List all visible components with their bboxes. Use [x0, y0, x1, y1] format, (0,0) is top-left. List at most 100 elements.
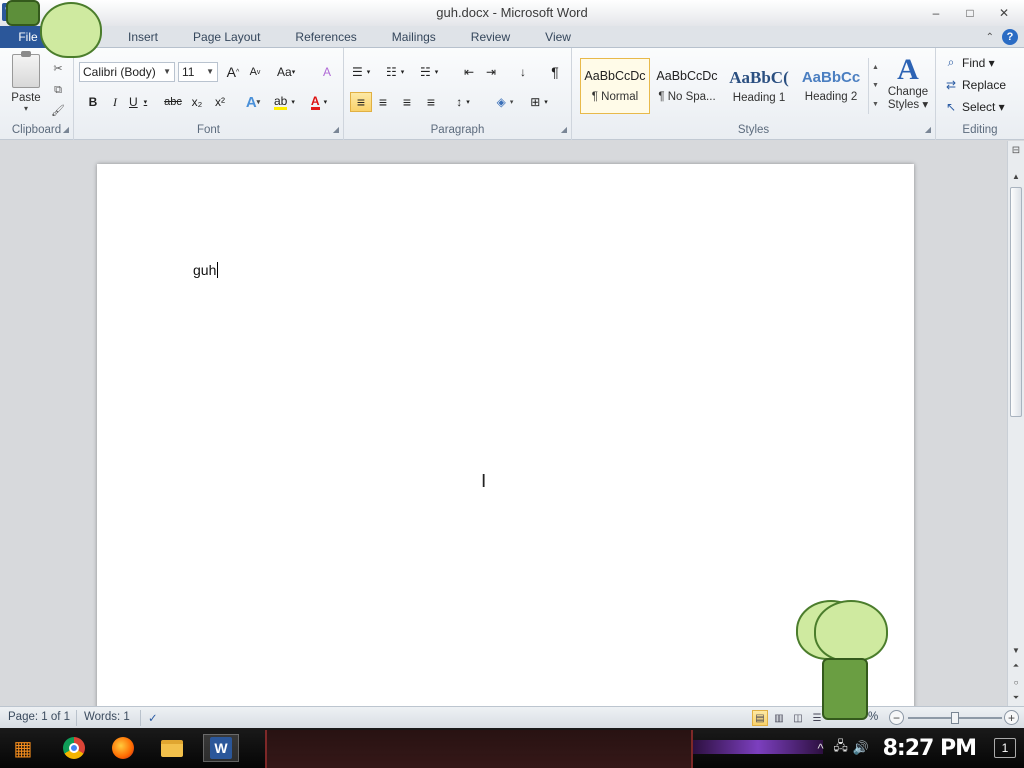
tab-view[interactable]: View [545, 30, 588, 44]
align-center-button[interactable]: ≡ [374, 92, 392, 112]
start-button-icon[interactable]: ▦ [8, 734, 38, 762]
font-color-icon: A [310, 93, 320, 110]
replace-button[interactable]: ⇄ Replace [944, 78, 1006, 92]
replace-label: Replace [962, 78, 1007, 92]
style-normal[interactable]: AaBbCcDc ¶ Normal [580, 58, 650, 114]
font-color-button[interactable]: A ▾ [310, 92, 328, 112]
justify-button[interactable]: ≡ [422, 92, 440, 112]
clear-formatting-button[interactable]: A [318, 62, 336, 82]
style-name: ¶ Normal [591, 91, 639, 103]
window-title: guh.docx - Microsoft Word [436, 5, 588, 20]
change-styles-icon: A [897, 53, 919, 86]
font-size-select[interactable]: 11 ▼ [178, 62, 218, 82]
view-ruler-icon[interactable]: ⊟ [1009, 143, 1023, 157]
taskbar-firefox[interactable] [105, 734, 141, 762]
chevron-down-icon: ▼ [206, 67, 214, 76]
bullets-button[interactable]: ☰ ▾ [352, 62, 370, 82]
full-screen-reading-icon[interactable]: ▥ [771, 710, 787, 726]
page-count-status[interactable]: Page: 1 of 1 [8, 711, 70, 723]
volume-icon[interactable]: 🔊 [851, 740, 871, 756]
zoom-slider-handle[interactable] [951, 712, 959, 724]
previous-page-icon[interactable]: ⏶ [1008, 659, 1024, 673]
taskbar-chrome[interactable] [56, 734, 92, 762]
word-count-status[interactable]: Words: 1 [84, 711, 130, 723]
tab-references[interactable]: References [295, 30, 373, 44]
tab-insert[interactable]: Insert [128, 30, 175, 44]
style-no-spacing[interactable]: AaBbCcDc ¶ No Spa... [652, 58, 722, 114]
decrease-indent-button[interactable]: ⇤ [460, 62, 478, 82]
shrink-font-button[interactable]: Av [246, 62, 264, 82]
change-styles-button[interactable]: A Change Styles ▾ [884, 54, 932, 124]
show-formatting-button[interactable]: ¶ [546, 62, 564, 82]
sort-button[interactable]: ↓ [514, 62, 532, 82]
scroll-up-button[interactable]: ▲ [1008, 169, 1024, 183]
copy-icon[interactable]: ⧉ [50, 82, 66, 98]
clipboard-launcher-icon[interactable]: ◢ [63, 125, 69, 134]
format-painter-icon[interactable]: 🖌 [50, 102, 66, 118]
maximize-button[interactable]: □ [954, 3, 986, 23]
paragraph-launcher-icon[interactable]: ◢ [561, 125, 567, 134]
style-preview: AaBbCc [801, 69, 861, 86]
underline-button[interactable]: U ▾ [129, 92, 147, 112]
chevron-down-icon[interactable]: ▼ [872, 82, 879, 89]
increase-indent-button[interactable]: ⇥ [482, 62, 500, 82]
numbering-button[interactable]: ☷ ▾ [386, 62, 404, 82]
grow-font-button[interactable]: A ^ [224, 62, 242, 82]
minimize-button[interactable]: – [920, 3, 952, 23]
window-controls: – □ ✕ [920, 3, 1020, 23]
replace-icon: ⇄ [945, 78, 957, 92]
borders-button[interactable]: ⊞ ▾ [530, 92, 548, 112]
taskbar-file-explorer[interactable] [154, 734, 190, 762]
help-icon[interactable]: ? [1002, 29, 1018, 45]
style-heading-2[interactable]: AaBbCc Heading 2 [796, 58, 866, 114]
line-spacing-button[interactable]: ↕ ▾ [454, 92, 472, 112]
styles-launcher-icon[interactable]: ◢ [925, 125, 931, 134]
gallery-more-icon[interactable]: ▼ [872, 101, 879, 108]
tab-review[interactable]: Review [471, 30, 527, 44]
text-effects-button[interactable]: A ▾ [244, 92, 262, 112]
taskbar-word[interactable]: W [203, 734, 239, 762]
print-layout-view-icon[interactable]: ▤ [752, 710, 768, 726]
proofing-icon[interactable]: ✓ [148, 711, 158, 725]
shading-button[interactable]: ◈ ▾ [496, 92, 514, 112]
bold-button[interactable]: B [84, 92, 102, 112]
vertical-scrollbar[interactable]: ⊟ ▲ ▼ ⏶ ○ ⏷ [1007, 141, 1024, 706]
ribbon: Paste ▾ ✂ ⧉ 🖌 Clipboard ◢ Calibri (Body)… [0, 48, 1024, 140]
document-text: guh [193, 262, 217, 278]
notification-center-icon[interactable]: 1 [994, 738, 1016, 758]
styles-gallery-scroll[interactable]: ▲ ▼ ▼ [868, 58, 882, 114]
scroll-thumb[interactable] [1010, 187, 1022, 417]
zoom-in-button[interactable]: + [1004, 710, 1019, 725]
strikethrough-button[interactable]: abc [164, 92, 182, 112]
style-name: Heading 2 [804, 91, 858, 103]
ibeam-cursor-icon: Ⅰ [481, 471, 487, 491]
align-right-button[interactable]: ≡ [398, 92, 416, 112]
chevron-up-icon[interactable]: ▲ [872, 64, 879, 71]
change-case-button[interactable]: Aa ▾ [277, 62, 295, 82]
scroll-down-button[interactable]: ▼ [1008, 643, 1024, 657]
document-body-text[interactable]: guh [193, 262, 219, 278]
select-button[interactable]: ↖ Select ▾ [944, 100, 1005, 114]
ribbon-collapse-icon[interactable]: ⌃ [986, 32, 994, 43]
superscript-button[interactable]: x² [211, 92, 229, 112]
next-page-icon[interactable]: ⏷ [1008, 691, 1024, 705]
align-left-button[interactable]: ≡ [350, 92, 372, 112]
tab-mailings[interactable]: Mailings [392, 30, 453, 44]
paste-dropdown-icon[interactable]: ▾ [24, 104, 28, 113]
taskbar-clock[interactable]: 8:27 PM [883, 736, 977, 761]
browse-object-icon[interactable]: ○ [1008, 675, 1024, 689]
find-label: Find ▾ [962, 55, 995, 70]
font-launcher-icon[interactable]: ◢ [333, 125, 339, 134]
tab-page-layout[interactable]: Page Layout [193, 30, 277, 44]
status-divider [140, 710, 141, 726]
multilevel-list-button[interactable]: ☵ ▾ [420, 62, 438, 82]
font-group: Calibri (Body) ▼ 11 ▼ A ^ Av Aa ▾ A B I U ▾… [74, 48, 344, 140]
italic-button[interactable]: I [106, 92, 124, 112]
find-button[interactable]: ⌕ Find ▾ [944, 55, 995, 70]
subscript-button[interactable]: x₂ [188, 92, 206, 112]
close-button[interactable]: ✕ [988, 3, 1020, 23]
network-icon[interactable]: 🖧 [831, 737, 851, 759]
style-heading-1[interactable]: AaBbC( Heading 1 [724, 58, 794, 114]
highlight-button[interactable]: ab ▾ [274, 92, 295, 112]
tray-chevron-icon[interactable]: ^ [811, 741, 831, 756]
